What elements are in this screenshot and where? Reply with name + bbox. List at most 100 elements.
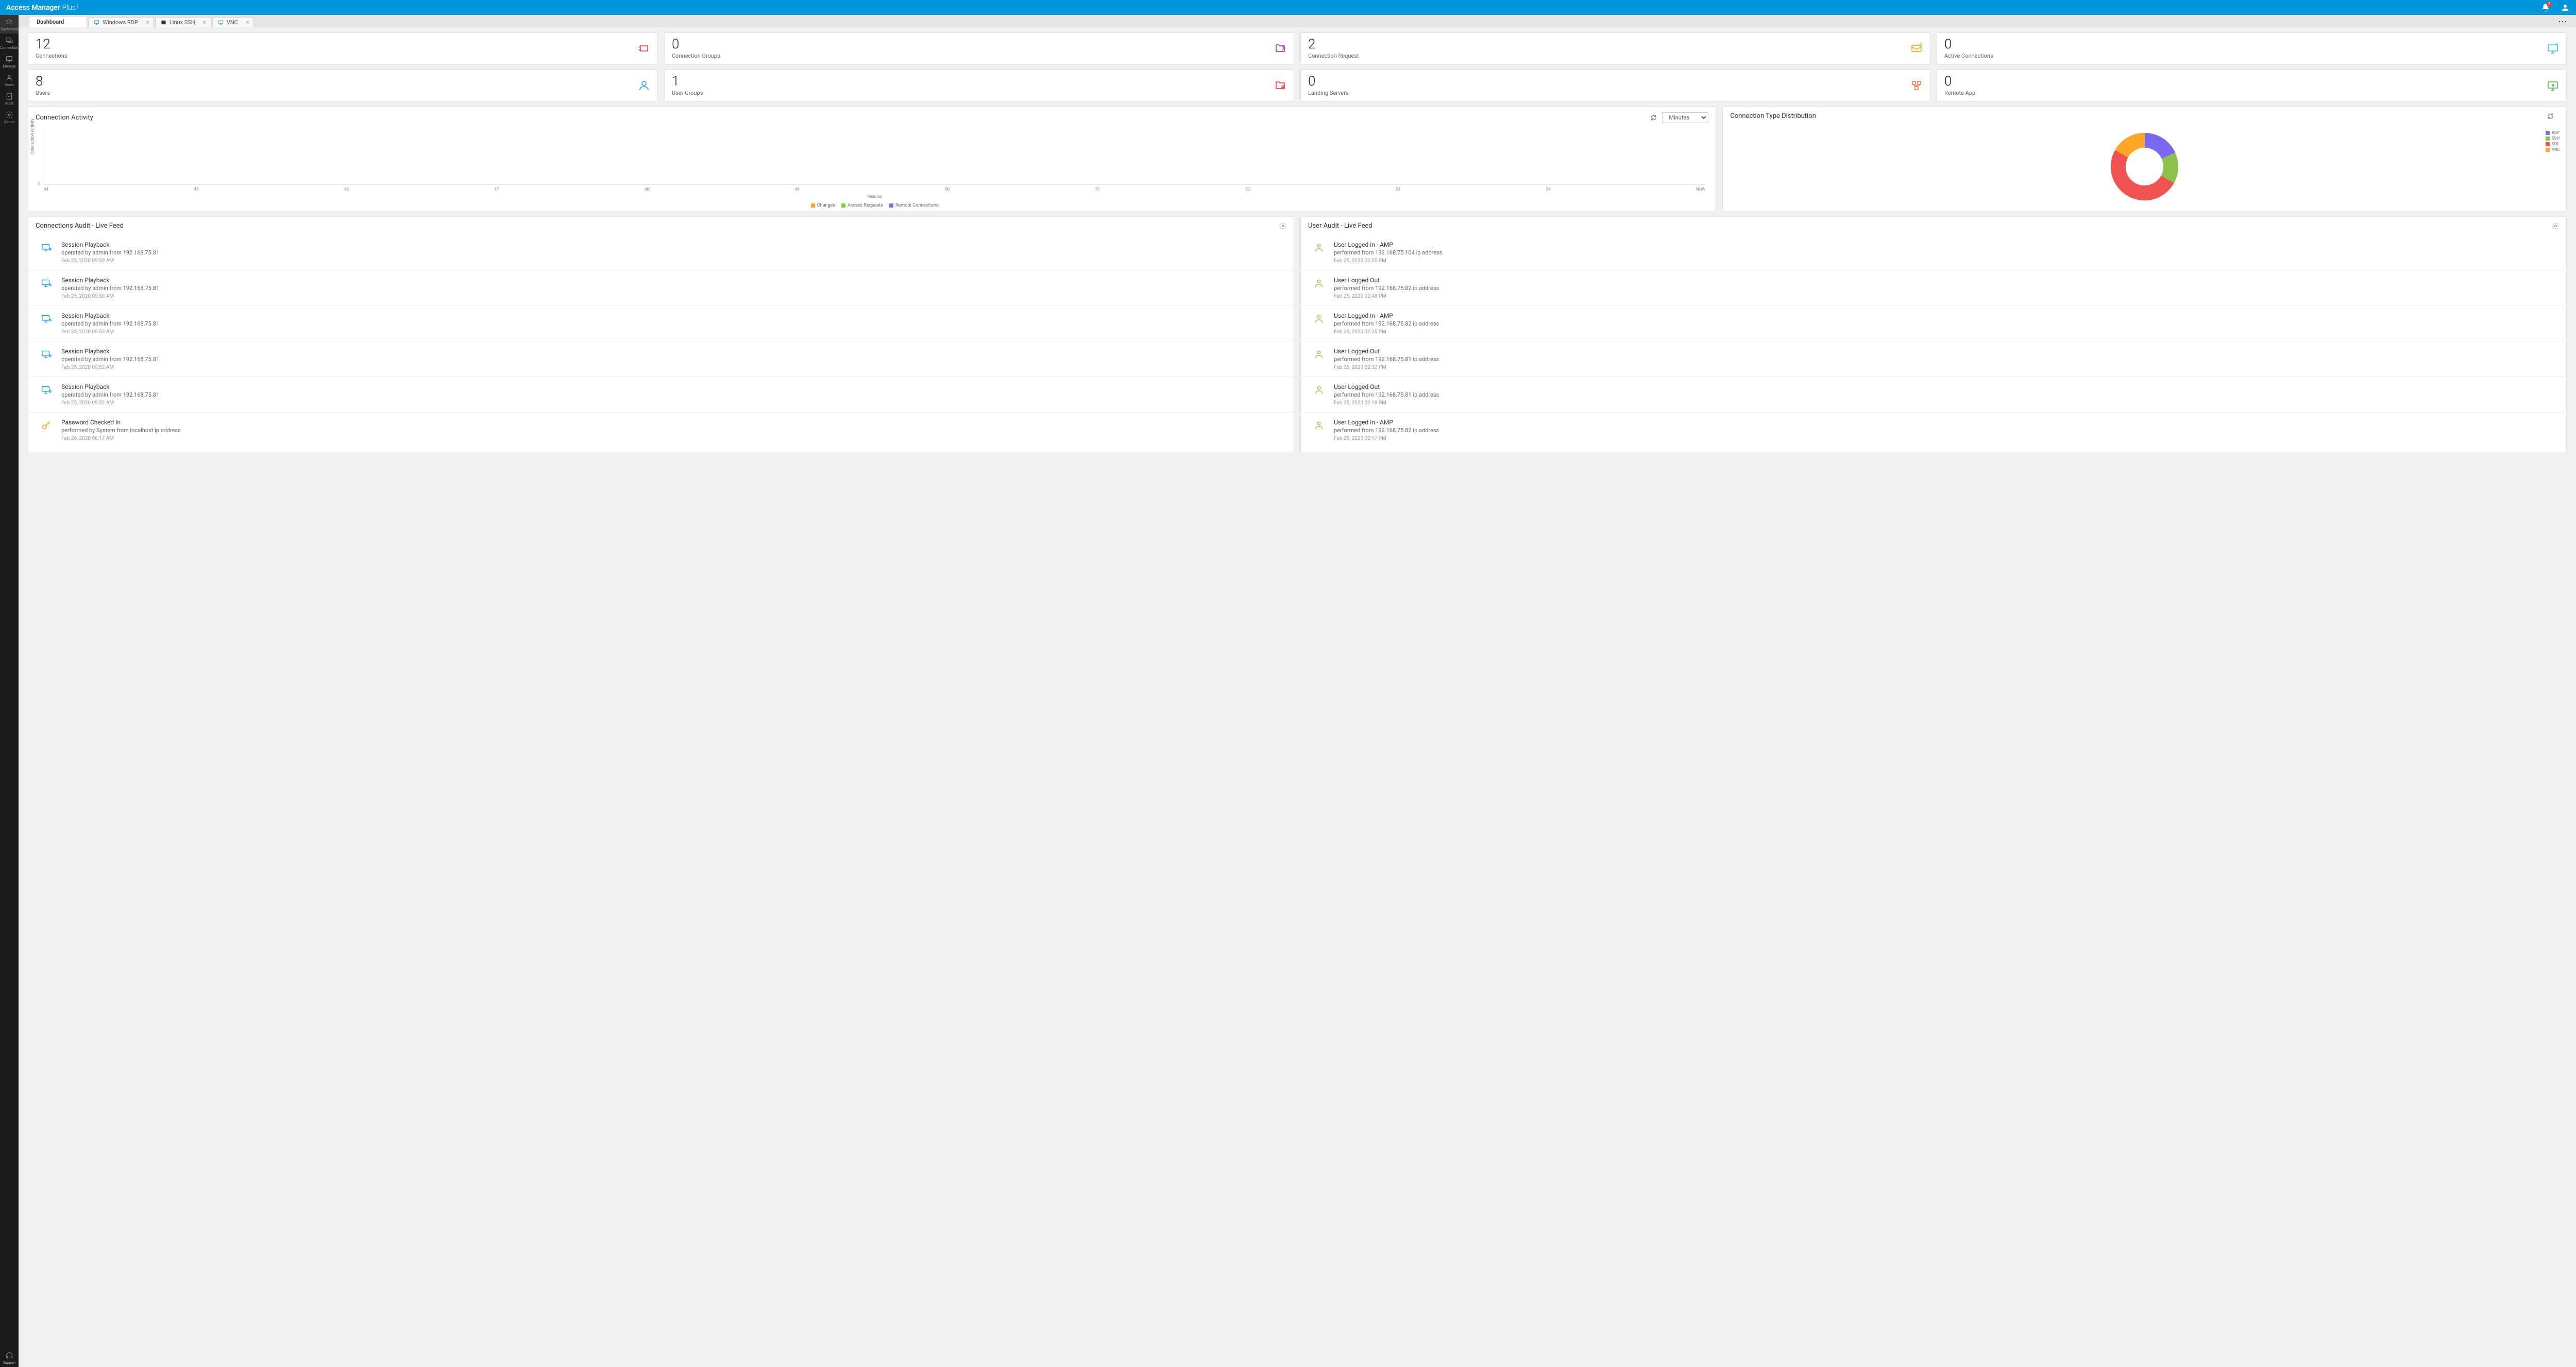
user-icon[interactable]: [2561, 3, 2570, 12]
feed-title: Session Playback: [61, 383, 159, 390]
feed-title: User Logged in - AMP: [1334, 312, 1439, 319]
sidebar-item-manage[interactable]: Manage: [0, 52, 19, 71]
monitor-icon: [41, 242, 52, 253]
tab-overflow-button[interactable]: ⋯: [2550, 16, 2576, 27]
feed-item[interactable]: Password Checked In performed by System …: [28, 413, 1294, 448]
feed-date: Feb 25, 2020 02:35 PM: [1334, 329, 1439, 335]
feed-desc: operated by admin from 192.168.75.81: [61, 391, 159, 398]
stat-label: Users: [36, 90, 50, 96]
stat-value: 0: [1308, 75, 1349, 88]
stat-label: Connection Groups: [672, 53, 720, 59]
stat-card[interactable]: 2 Connection Request: [1300, 32, 1930, 64]
feed-title: Password Checked In: [61, 419, 181, 426]
time-unit-select[interactable]: Minutes: [1662, 112, 1708, 123]
tab-dashboard[interactable]: Dashboard: [29, 16, 87, 27]
feed-item[interactable]: User Logged in - AMP performed from 192.…: [1301, 306, 2566, 341]
feed-item[interactable]: Session Playback operated by admin from …: [28, 341, 1294, 377]
sidebar-item-audit[interactable]: Audit: [0, 89, 19, 108]
stat-card[interactable]: 8 Users: [28, 70, 658, 101]
feed-item[interactable]: User Logged Out performed from 192.168.7…: [1301, 377, 2566, 413]
feed-title: User Logged Out: [1334, 383, 1439, 390]
feed-item[interactable]: Session Playback operated by admin from …: [28, 306, 1294, 341]
stat-icon: [2547, 79, 2559, 92]
donut-legend: RDPSSHSQLVNC: [2546, 130, 2560, 153]
stat-value: 0: [1944, 38, 1993, 51]
close-icon[interactable]: ×: [146, 19, 149, 26]
terminal-icon: [161, 20, 166, 25]
tab-vnc[interactable]: VNC×: [212, 17, 254, 27]
feed-item[interactable]: User Logged in - AMP performed from 192.…: [1301, 235, 2566, 270]
monitor-icon: [218, 20, 224, 25]
feed-item[interactable]: Session Playback operated by admin from …: [28, 377, 1294, 413]
admin-icon: [5, 111, 13, 119]
feed-desc: performed from 192.168.75.81 ip address: [1334, 391, 1439, 398]
feed-date: Feb 26, 2020 06:17 AM: [61, 436, 181, 441]
feed-date: Feb 25, 2020 09:52 AM: [61, 400, 159, 406]
feed-title: User Logged in - AMP: [1334, 419, 1439, 426]
feed-desc: performed from 192.168.75.82 ip address: [1334, 320, 1439, 327]
sidebar-item-admin[interactable]: Admin: [0, 108, 19, 126]
chart-legend: Changes Access Requests Remote Connectio…: [44, 203, 1705, 208]
feed-title: Session Playback: [61, 312, 159, 319]
refresh-icon[interactable]: [2547, 113, 2554, 119]
stat-card[interactable]: 0 Landing Servers: [1300, 70, 1930, 101]
feed-desc: operated by admin from 192.168.75.81: [61, 249, 159, 256]
stat-icon: [1274, 79, 1286, 92]
y-axis-label: Connection Activity: [30, 118, 35, 154]
close-icon[interactable]: ×: [203, 19, 207, 26]
feed-desc: performed from 192.168.75.82 ip address: [1334, 427, 1439, 434]
refresh-icon[interactable]: [1650, 114, 1657, 121]
feed-item[interactable]: Session Playback operated by admin from …: [28, 235, 1294, 270]
sidebar-item-dashboard[interactable]: Dashboard: [0, 15, 19, 33]
connection-type-distribution-panel: Connection Type Distribution RDPSSHSQLVN…: [1722, 107, 2567, 211]
stat-card[interactable]: 1 User Groups: [664, 70, 1294, 101]
stat-card[interactable]: 0 Remote App: [1937, 70, 2567, 101]
stat-value: 2: [1308, 38, 1359, 51]
stat-icon: [1274, 42, 1286, 55]
stat-label: Active Connections: [1944, 53, 1993, 59]
tab-linux-ssh[interactable]: Linux SSH×: [155, 17, 211, 27]
stat-card[interactable]: 12 Connections: [28, 32, 658, 64]
stat-card[interactable]: 0 Active Connections: [1937, 32, 2567, 64]
sidebar-item-support[interactable]: Support: [0, 1348, 19, 1367]
feed-title: Session Playback: [61, 348, 159, 355]
user-icon: [1313, 384, 1325, 396]
feed-title: Session Playback: [61, 277, 159, 284]
donut-chart: [2110, 132, 2179, 201]
sidebar-item-users[interactable]: Users: [0, 71, 19, 89]
support-icon: [5, 1352, 13, 1360]
user-icon: [1313, 278, 1325, 289]
sidebar: Dashboard Connections Manage Users Audit…: [0, 15, 19, 1367]
stat-label: Remote App: [1944, 90, 1975, 96]
key-icon: [41, 420, 52, 431]
user-icon: [1313, 420, 1325, 431]
stat-icon: [1910, 42, 1923, 55]
feed-item[interactable]: Session Playback operated by admin from …: [28, 270, 1294, 306]
notifications-icon[interactable]: 2: [2541, 3, 2550, 12]
feed-date: Feb 25, 2020 09:59 AM: [61, 258, 159, 264]
stat-value: 8: [36, 75, 50, 88]
feed-date: Feb 25, 2020 02:32 PM: [1334, 365, 1439, 370]
panel-title: Connections Audit - Live Feed: [36, 222, 124, 230]
tab-windows-rdp[interactable]: Windows RDP×: [88, 17, 154, 27]
sidebar-item-connections[interactable]: Connections: [0, 33, 19, 52]
stat-label: Connection Request: [1308, 53, 1359, 59]
feed-item[interactable]: User Logged Out performed from 192.168.7…: [1301, 270, 2566, 306]
monitor-icon: [41, 349, 52, 360]
monitor-icon: [41, 313, 52, 324]
panel-title: Connection Activity: [36, 114, 93, 122]
close-icon[interactable]: ×: [246, 19, 249, 26]
feed-item[interactable]: User Logged in - AMP performed from 192.…: [1301, 413, 2566, 448]
stat-value: 0: [672, 38, 720, 51]
monitor-icon: [41, 384, 52, 396]
feed-item[interactable]: User Logged Out performed from 192.168.7…: [1301, 341, 2566, 377]
gear-icon[interactable]: [2552, 223, 2559, 230]
audit-icon: [5, 92, 13, 100]
gear-icon[interactable]: [1279, 223, 1286, 230]
x-axis-label: Minutes: [44, 194, 1705, 199]
feed-desc: performed from 192.168.75.81 ip address: [1334, 356, 1439, 363]
stat-card[interactable]: 0 Connection Groups: [664, 32, 1294, 64]
feed-desc: performed from 192.168.75.104 ip address: [1334, 249, 1442, 256]
feed-desc: operated by admin from 192.168.75.81: [61, 356, 159, 363]
feed-title: User Logged Out: [1334, 277, 1439, 284]
